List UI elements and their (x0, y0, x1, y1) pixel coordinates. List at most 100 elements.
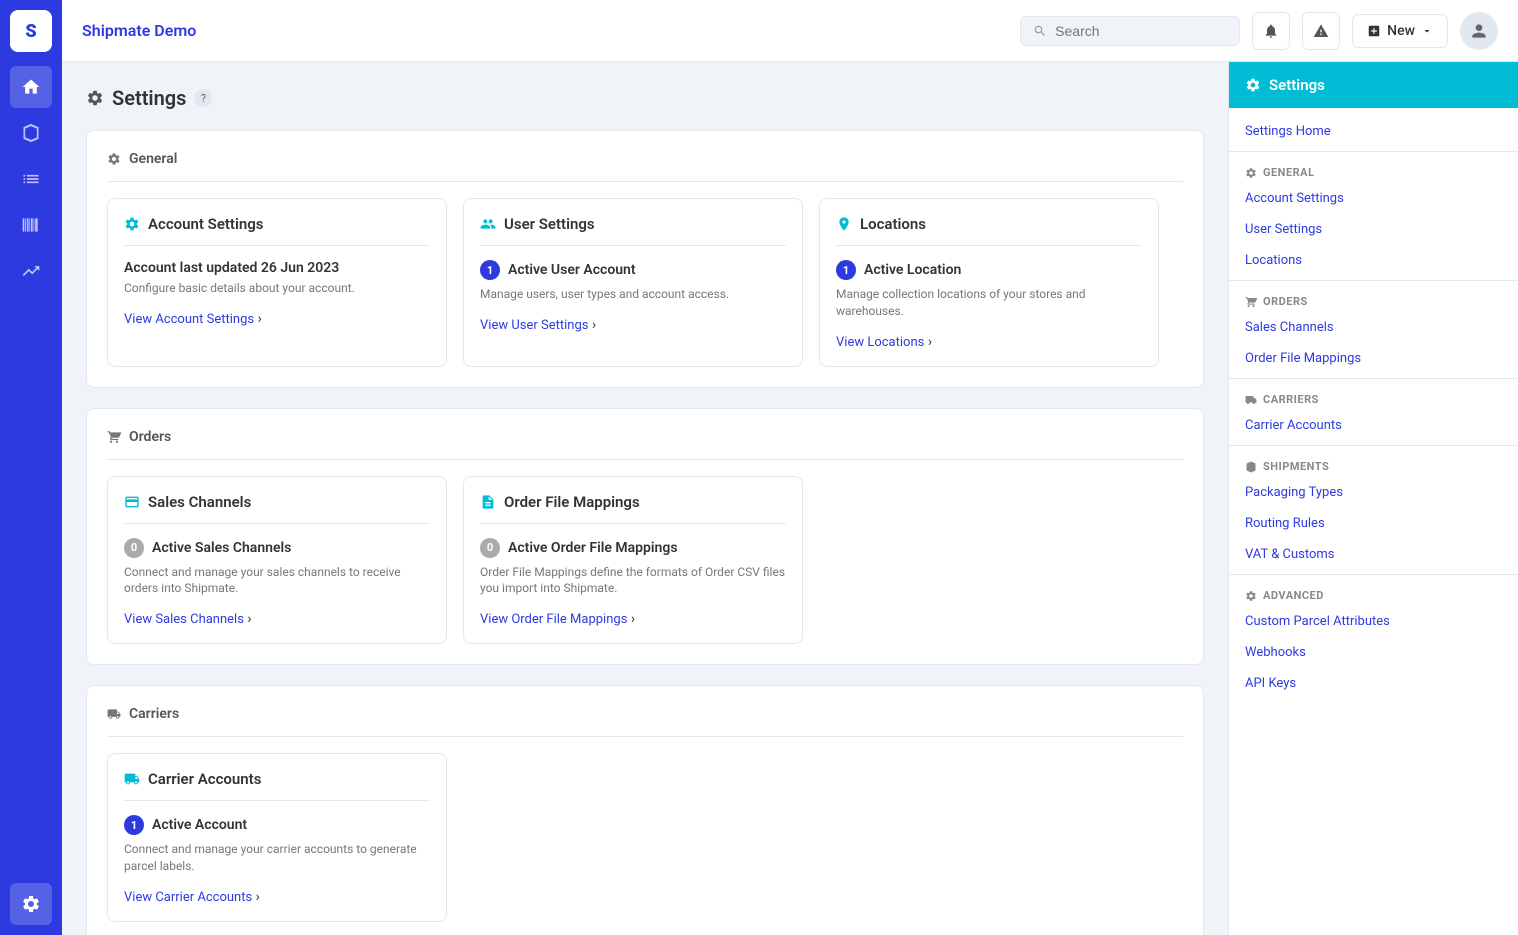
page-title: Settings (112, 86, 186, 110)
nav-settings[interactable] (10, 883, 52, 925)
orders-section-header: Orders (107, 429, 1183, 460)
user-link-arrow: › (592, 317, 596, 333)
sales-channels-title: Sales Channels (124, 493, 430, 524)
warning-icon (1313, 23, 1329, 39)
general-cards: Account Settings Account last updated 26… (107, 198, 1183, 367)
sidebar-orders-label: ORDERS (1263, 295, 1308, 308)
sidebar-user-settings[interactable]: User Settings (1229, 214, 1518, 245)
sidebar-shipments-icon (1245, 461, 1257, 473)
sidebar-carriers-header: CARRIERS (1229, 383, 1518, 410)
app-title: Shipmate Demo (82, 21, 1008, 40)
right-sidebar: Settings Settings Home GENERAL Account S… (1228, 62, 1518, 935)
sales-link-arrow: › (247, 611, 251, 627)
carrier-accounts-stat-label: Active Account (152, 817, 247, 833)
user-settings-title: User Settings (480, 215, 786, 246)
sales-channels-card: Sales Channels 0 Active Sales Channels C… (107, 476, 447, 645)
sidebar-packaging-types[interactable]: Packaging Types (1229, 477, 1518, 508)
settings-page-icon (86, 89, 104, 107)
carrier-link-arrow: › (256, 889, 260, 905)
sidebar-shipments-header: SHIPMENTS (1229, 450, 1518, 477)
user-settings-stat: 1 Active User Account (480, 260, 786, 280)
bell-icon (1263, 23, 1279, 39)
locations-icon (836, 216, 852, 232)
user-settings-desc: Manage users, user types and account acc… (480, 286, 786, 303)
carrier-accounts-stat-badge: 1 (124, 815, 144, 835)
sidebar-advanced-icon (1245, 590, 1257, 602)
general-section-header: General (107, 151, 1183, 182)
search-bar[interactable] (1020, 16, 1240, 46)
user-avatar[interactable] (1460, 12, 1498, 50)
sidebar-general-label: GENERAL (1263, 166, 1315, 179)
new-button-label: New (1387, 23, 1415, 39)
chevron-down-icon (1421, 25, 1433, 37)
carrier-accounts-desc: Connect and manage your carrier accounts… (124, 841, 430, 875)
sidebar-order-file-mappings[interactable]: Order File Mappings (1229, 343, 1518, 374)
sidebar-settings-home[interactable]: Settings Home (1229, 116, 1518, 147)
search-input[interactable] (1055, 23, 1215, 39)
general-section-icon (107, 152, 121, 166)
sidebar-vat-customs[interactable]: VAT & Customs (1229, 539, 1518, 570)
order-file-mappings-card: Order File Mappings 0 Active Order File … (463, 476, 803, 645)
locations-stat-label: Active Location (864, 262, 961, 278)
sidebar-webhooks[interactable]: Webhooks (1229, 637, 1518, 668)
locations-link-arrow: › (928, 334, 932, 350)
new-button[interactable]: New (1352, 14, 1448, 48)
view-sales-channels-link[interactable]: View Sales Channels (124, 612, 244, 627)
sidebar-header: Settings (1229, 62, 1518, 108)
sidebar-advanced-label: ADVANCED (1263, 589, 1324, 602)
locations-card: Locations 1 Active Location Manage colle… (819, 198, 1159, 367)
orders-section: Orders Sales Channels 0 Active Sales Cha… (86, 408, 1204, 666)
alerts-button[interactable] (1302, 12, 1340, 50)
sidebar-api-keys[interactable]: API Keys (1229, 668, 1518, 699)
sidebar-carrier-accounts[interactable]: Carrier Accounts (1229, 410, 1518, 441)
locations-stat-badge: 1 (836, 260, 856, 280)
orders-cards: Sales Channels 0 Active Sales Channels C… (107, 476, 1183, 645)
notifications-button[interactable] (1252, 12, 1290, 50)
sidebar-routing-rules[interactable]: Routing Rules (1229, 508, 1518, 539)
nav-home[interactable] (10, 66, 52, 108)
carrier-accounts-stat: 1 Active Account (124, 815, 430, 835)
view-account-settings-link[interactable]: View Account Settings (124, 312, 254, 327)
icon-bar: S (0, 0, 62, 935)
sales-channels-desc: Connect and manage your sales channels t… (124, 564, 430, 598)
view-order-file-mappings-link[interactable]: View Order File Mappings (480, 612, 627, 627)
user-stat-label: Active User Account (508, 262, 636, 278)
sidebar-sales-channels[interactable]: Sales Channels (1229, 312, 1518, 343)
user-settings-card: User Settings 1 Active User Account Mana… (463, 198, 803, 367)
carriers-cards: Carrier Accounts 1 Active Account Connec… (107, 753, 1183, 922)
help-icon[interactable]: ? (194, 89, 212, 107)
locations-desc: Manage collection locations of your stor… (836, 286, 1142, 320)
user-settings-icon (480, 216, 496, 232)
account-settings-title-label: Account Settings (148, 215, 264, 233)
user-settings-title-label: User Settings (504, 215, 595, 233)
order-file-mappings-stat: 0 Active Order File Mappings (480, 538, 786, 558)
nav-barcodes[interactable] (10, 204, 52, 246)
account-last-updated: Account last updated 26 Jun 2023 (124, 260, 430, 276)
carriers-section-label: Carriers (129, 706, 179, 722)
general-section-label: General (129, 151, 177, 167)
page-title-row: Settings ? (86, 86, 1204, 110)
nav-orders[interactable] (10, 158, 52, 200)
nav-packages[interactable] (10, 112, 52, 154)
nav-analytics[interactable] (10, 250, 52, 292)
sidebar-locations[interactable]: Locations (1229, 245, 1518, 276)
sales-channels-stat-badge: 0 (124, 538, 144, 558)
sales-channels-stat-label: Active Sales Channels (152, 540, 291, 556)
view-locations-link[interactable]: View Locations (836, 335, 924, 350)
locations-title: Locations (836, 215, 1142, 246)
sidebar-nav: Settings Home GENERAL Account Settings U… (1229, 108, 1518, 707)
carrier-accounts-title: Carrier Accounts (124, 770, 430, 801)
carriers-section-header: Carriers (107, 706, 1183, 737)
sidebar-account-settings[interactable]: Account Settings (1229, 183, 1518, 214)
sidebar-advanced-header: ADVANCED (1229, 579, 1518, 606)
view-user-settings-link[interactable]: View User Settings (480, 318, 588, 333)
general-section: General Account Settings Account last up… (86, 130, 1204, 388)
sidebar-custom-parcel-attributes[interactable]: Custom Parcel Attributes (1229, 606, 1518, 637)
sidebar-carriers-icon (1245, 394, 1257, 406)
carriers-section: Carriers Carrier Accounts 1 Active Accou… (86, 685, 1204, 935)
view-carrier-accounts-link[interactable]: View Carrier Accounts (124, 890, 252, 905)
carrier-accounts-title-label: Carrier Accounts (148, 770, 261, 788)
sidebar-general-icon (1245, 167, 1257, 179)
top-header: Shipmate Demo New (62, 0, 1518, 62)
logo[interactable]: S (10, 10, 52, 52)
